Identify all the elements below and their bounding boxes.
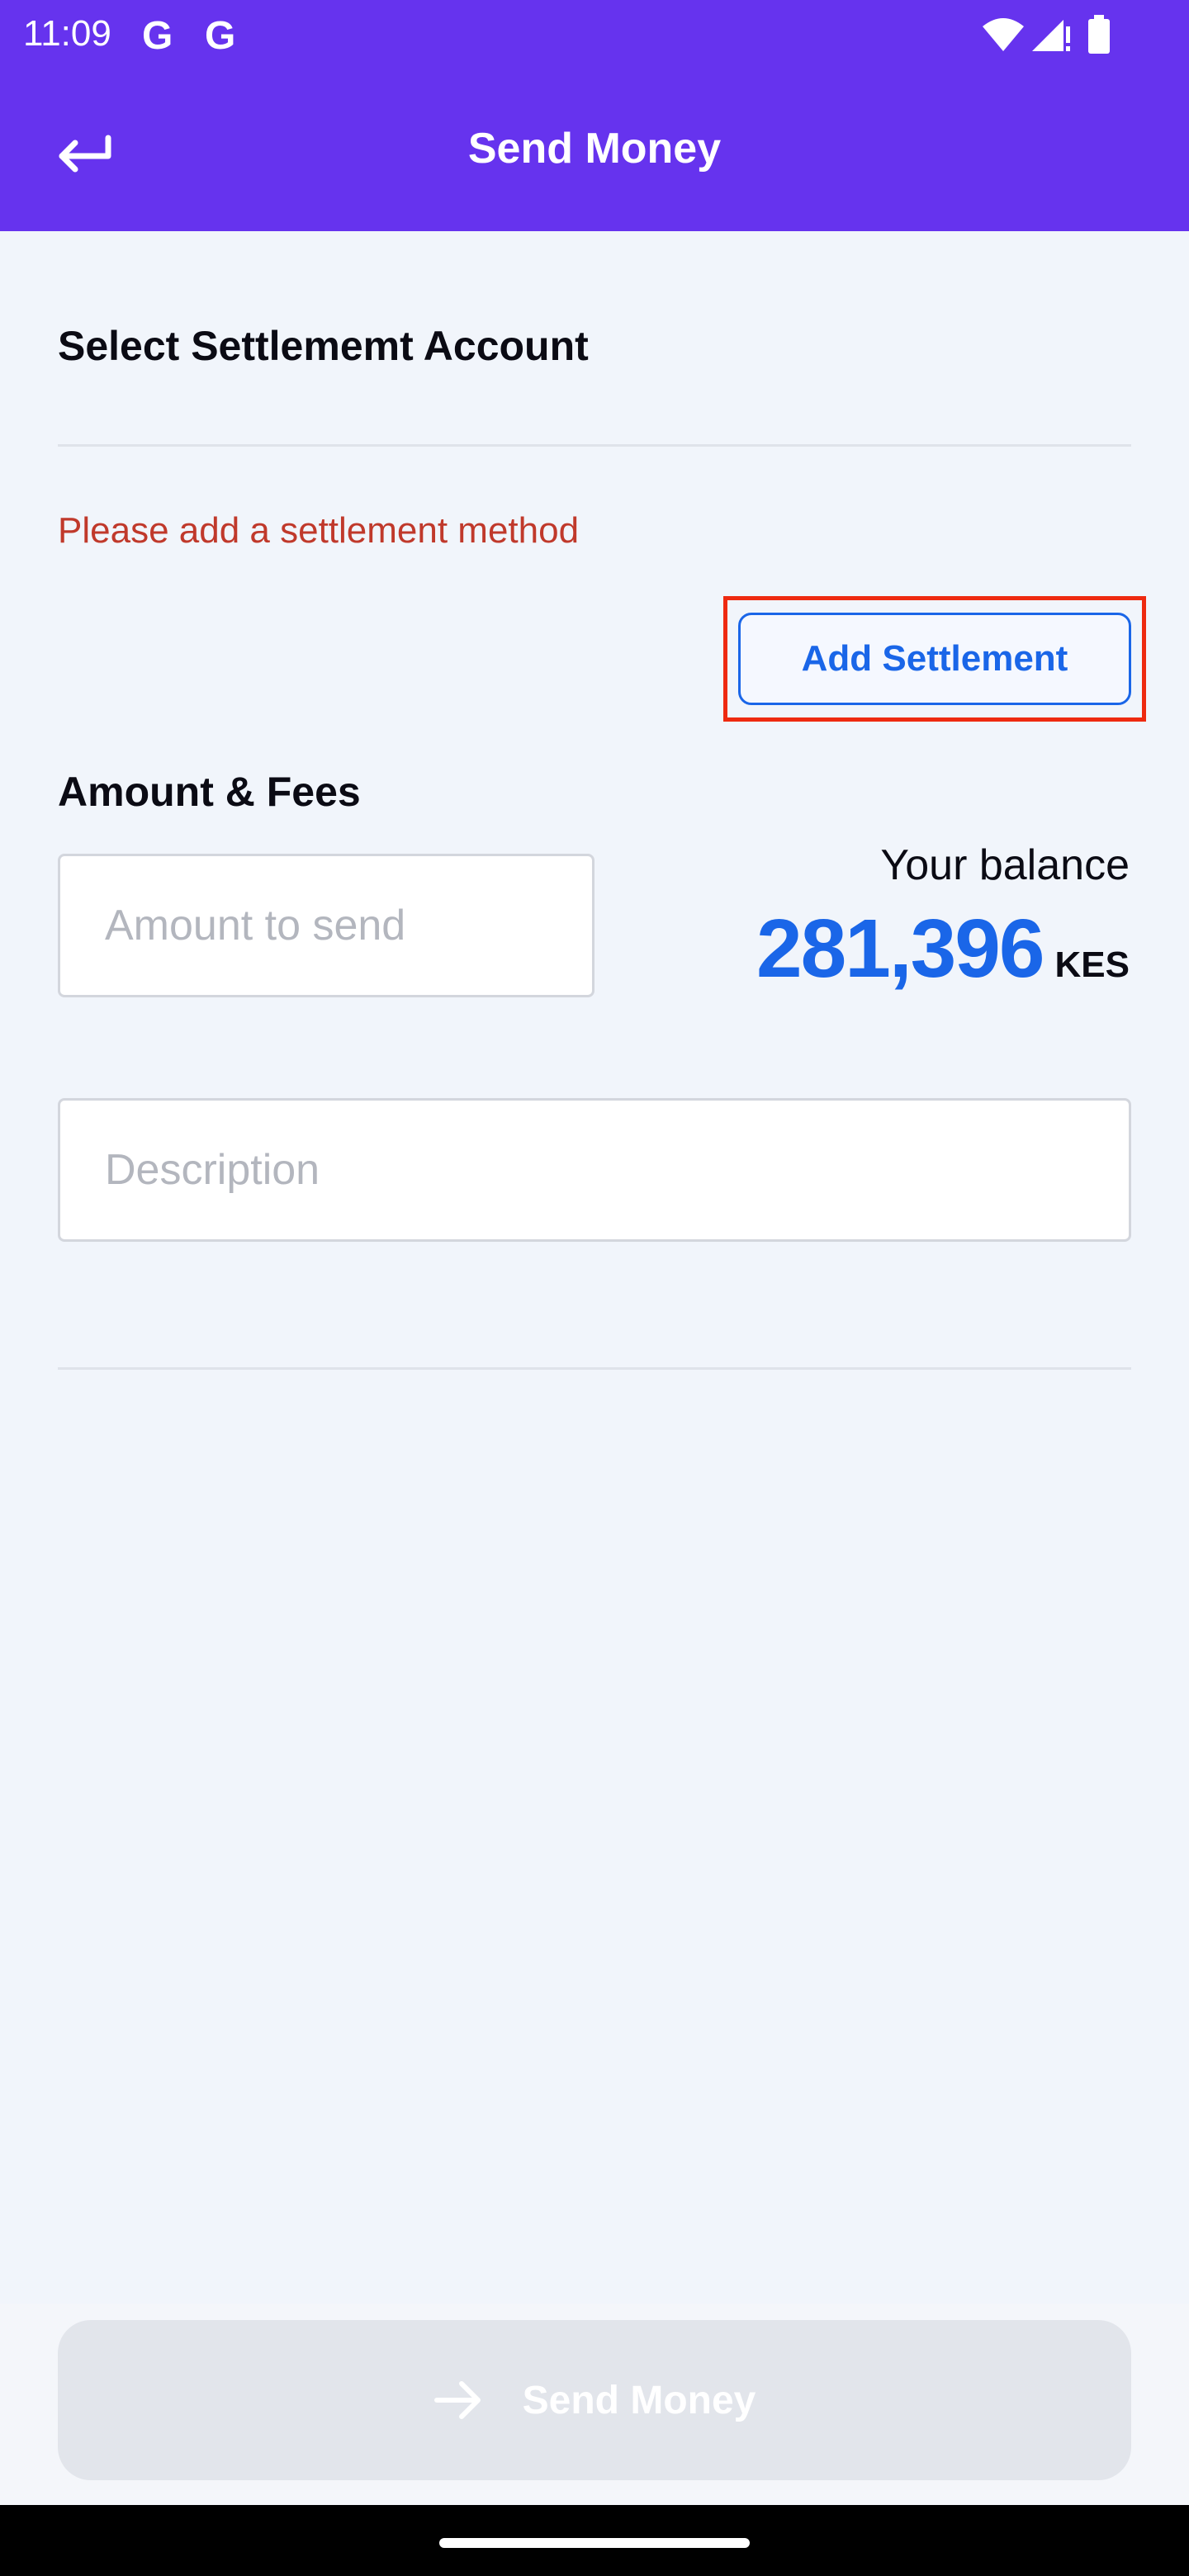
send-money-button[interactable]: Send Money	[58, 2320, 1131, 2480]
balance-currency: KES	[1054, 945, 1130, 985]
arrow-right-icon	[433, 2381, 481, 2419]
home-indicator[interactable]	[439, 2538, 750, 2548]
divider	[58, 444, 1131, 447]
status-bar: 11:09 G G	[0, 0, 1189, 69]
status-time: 11:09	[23, 13, 111, 54]
page-title: Send Money	[467, 125, 722, 173]
battery-icon	[1088, 15, 1110, 54]
amount-fees-title: Amount & Fees	[58, 769, 361, 815]
description-input[interactable]: Description	[58, 1098, 1131, 1242]
add-settlement-button[interactable]: Add Settlement	[738, 613, 1131, 705]
google-notification-icon: G	[142, 14, 173, 58]
cell-signal-icon	[1032, 20, 1070, 51]
send-money-label: Send Money	[522, 2378, 756, 2422]
send-money-screen: 11:09 G G Send Money Select Settlememt A…	[0, 0, 1189, 2576]
app-header: 11:09 G G Send Money	[0, 0, 1189, 231]
settlement-error-text: Please add a settlement method	[58, 510, 580, 551]
balance-display: 281,396 KES	[756, 902, 1130, 997]
amount-input[interactable]: Amount to send	[58, 854, 594, 997]
balance-label: Your balance	[880, 841, 1130, 889]
settlement-section-title: Select Settlememt Account	[58, 323, 589, 369]
google-notification-icon: G	[205, 14, 236, 58]
divider	[58, 1367, 1131, 1370]
balance-value: 281,396	[756, 902, 1045, 995]
wifi-icon	[983, 18, 1024, 51]
